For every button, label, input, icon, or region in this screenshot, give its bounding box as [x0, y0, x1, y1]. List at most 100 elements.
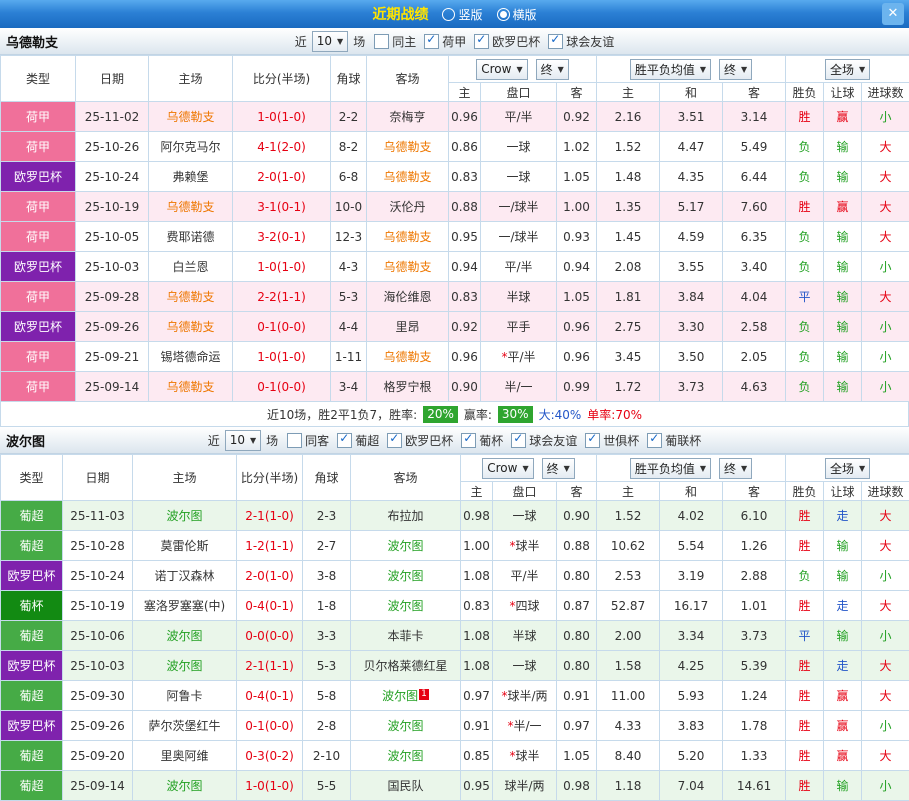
handicap-away-odds: 0.80: [557, 651, 597, 681]
checkbox-icon[interactable]: [424, 34, 439, 49]
chevron-down-icon: ▼: [741, 464, 747, 473]
home-team: 阿尔克马尔: [149, 132, 233, 162]
filter-checkbox[interactable]: 荷甲: [424, 33, 466, 50]
checkbox-icon[interactable]: [287, 433, 302, 448]
sub-header-handicap-away: 客: [557, 482, 597, 501]
filter-checkbox[interactable]: 欧罗巴杯: [387, 432, 453, 449]
filter-checkbox[interactable]: 球会友谊: [511, 432, 577, 449]
radio-horizontal-layout[interactable]: 横版: [497, 6, 537, 23]
result-goals: 小: [862, 312, 909, 342]
final-select[interactable]: 终 ▼: [719, 59, 752, 80]
match-row: 荷甲25-11-02乌德勒支1-0(1-0)2-2奈梅亨0.96平/半0.922…: [1, 102, 909, 132]
final-select[interactable]: 终 ▼: [542, 458, 575, 479]
filter-checkbox[interactable]: 葡杯: [461, 432, 503, 449]
away-team: 贝尔格莱德红星: [351, 651, 461, 681]
wdl-average-select[interactable]: 胜平负均值 ▼: [630, 458, 711, 479]
result-outcome: 胜: [786, 102, 824, 132]
scope-select[interactable]: 全场 ▼: [825, 59, 870, 80]
radio-vertical-label: 竖版: [458, 6, 482, 23]
score: 0-4(0-1): [237, 681, 303, 711]
games-count-select[interactable]: 10 ▼: [312, 31, 348, 52]
home-team: 波尔图: [133, 621, 237, 651]
handicap-away-odds: 0.96: [557, 342, 597, 372]
win-odds: 52.87: [597, 591, 660, 621]
lose-odds: 6.35: [723, 222, 786, 252]
bookmaker-select[interactable]: Crow ▼: [482, 458, 533, 479]
sub-header-win: 主: [597, 482, 660, 501]
corner-count: 4-3: [331, 252, 367, 282]
result-goals: 小: [862, 561, 909, 591]
filter-label: 同主: [392, 33, 416, 50]
handicap-line: *球半: [493, 531, 557, 561]
filter-label: 葡杯: [479, 432, 503, 449]
filter-checkbox[interactable]: 同主: [374, 33, 416, 50]
checkbox-icon[interactable]: [374, 34, 389, 49]
radio-vertical-layout[interactable]: 竖版: [442, 6, 482, 23]
corner-count: 8-2: [331, 132, 367, 162]
checkbox-icon[interactable]: [585, 433, 600, 448]
games-count-select[interactable]: 10 ▼: [225, 430, 261, 451]
home-team: 里奥阿维: [133, 741, 237, 771]
draw-odds: 4.02: [660, 501, 723, 531]
stats-footer: 近10场，胜2平1负7，胜率: 20% 赢率: 30% 大:40% 单率:70%: [0, 402, 909, 427]
score: 0-4(0-1): [237, 591, 303, 621]
league-badge: 荷甲: [1, 102, 76, 132]
close-button[interactable]: ✕: [882, 3, 904, 25]
stats-summary: 近10场，胜2平1负7，胜率:: [267, 406, 417, 423]
checkbox-icon[interactable]: [461, 433, 476, 448]
win-odds: 2.08: [597, 252, 660, 282]
scope-select[interactable]: 全场 ▼: [825, 458, 870, 479]
filter-checkbox[interactable]: 欧罗巴杯: [474, 33, 540, 50]
final-select[interactable]: 终 ▼: [719, 458, 752, 479]
filter-checkbox[interactable]: 球会友谊: [548, 33, 614, 50]
chevron-down-icon: ▼: [741, 65, 747, 74]
lose-odds: 6.10: [723, 501, 786, 531]
corner-count: 3-4: [331, 372, 367, 402]
checkbox-icon[interactable]: [511, 433, 526, 448]
match-date: 25-10-03: [63, 651, 133, 681]
filter-checkbox[interactable]: 世俱杯: [585, 432, 639, 449]
team-name: 乌德勒支: [6, 32, 58, 51]
checkbox-icon[interactable]: [387, 433, 402, 448]
win-odds: 1.35: [597, 192, 660, 222]
result-handicap: 输: [824, 621, 862, 651]
away-team: 乌德勒支: [367, 342, 449, 372]
score: 0-1(0-0): [233, 312, 331, 342]
away-team: 海伦维恩: [367, 282, 449, 312]
bookmaker-select[interactable]: Crow ▼: [476, 59, 527, 80]
wdl-average-select[interactable]: 胜平负均值 ▼: [630, 59, 711, 80]
final-select[interactable]: 终 ▼: [536, 59, 569, 80]
sub-header-outcome: 胜负: [786, 83, 824, 102]
result-outcome: 胜: [786, 192, 824, 222]
result-handicap: 赢: [824, 681, 862, 711]
draw-odds: 3.51: [660, 102, 723, 132]
match-date: 25-09-26: [63, 711, 133, 741]
result-outcome: 胜: [786, 501, 824, 531]
radio-button-icon[interactable]: [442, 8, 455, 21]
match-row: 欧罗巴杯25-09-26萨尔茨堡红牛0-1(0-0)2-8波尔图0.91*半/一…: [1, 711, 909, 741]
filter-checkbox[interactable]: 同客: [287, 432, 329, 449]
league-badge: 葡超: [1, 681, 63, 711]
home-team: 弗赖堡: [149, 162, 233, 192]
checkbox-icon[interactable]: [474, 34, 489, 49]
handicap-home-odds: 0.95: [449, 222, 481, 252]
home-team: 萨尔茨堡红牛: [133, 711, 237, 741]
away-team: 本菲卡: [351, 621, 461, 651]
filter-checkbox[interactable]: 葡联杯: [647, 432, 701, 449]
score: 2-0(1-0): [233, 162, 331, 192]
col-header-score: 比分(半场): [233, 56, 331, 102]
win-odds: 1.48: [597, 162, 660, 192]
filter-checkbox[interactable]: 葡超: [337, 432, 379, 449]
radio-button-icon[interactable]: [497, 8, 510, 21]
handicap-line: 一球: [493, 501, 557, 531]
handicap-home-odds: 0.96: [449, 102, 481, 132]
chevron-down-icon: ▼: [516, 65, 522, 74]
sub-header-outcome: 胜负: [786, 482, 824, 501]
checkbox-icon[interactable]: [548, 34, 563, 49]
checkbox-icon[interactable]: [647, 433, 662, 448]
handicap-home-odds: 1.00: [461, 531, 493, 561]
checkbox-icon[interactable]: [337, 433, 352, 448]
match-date: 25-09-21: [76, 342, 149, 372]
corner-count: 5-8: [303, 681, 351, 711]
away-team: 沃伦丹: [367, 192, 449, 222]
